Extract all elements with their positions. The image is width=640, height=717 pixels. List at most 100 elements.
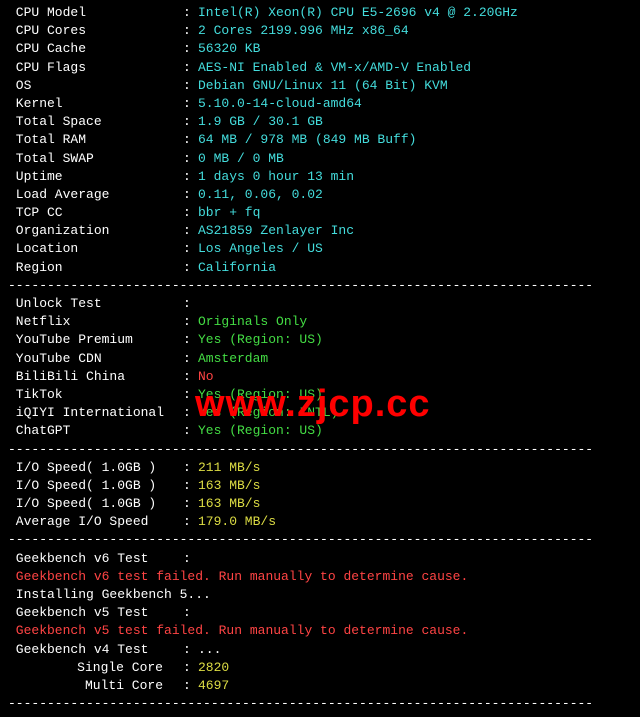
colon: :: [183, 4, 198, 22]
sys-14-value: California: [198, 259, 276, 277]
gb-multi-value: 4697: [198, 677, 229, 695]
unlock-test-label: Unlock Test: [8, 295, 183, 313]
system-info-section: CPU Model: Intel(R) Xeon(R) CPU E5-2696 …: [8, 4, 632, 277]
unlock-4-label: TikTok: [8, 386, 183, 404]
sys-5-value: 5.10.0-14-cloud-amd64: [198, 95, 362, 113]
colon: :: [183, 604, 198, 622]
sys-13-row: Location: Los Angeles / US: [8, 240, 632, 258]
sys-10-row: Load Average: 0.11, 0.06, 0.02: [8, 186, 632, 204]
sys-5-row: Kernel: 5.10.0-14-cloud-amd64: [8, 95, 632, 113]
sys-3-label: CPU Flags: [8, 59, 183, 77]
colon: :: [183, 659, 198, 677]
unlock-3-value: No: [198, 368, 214, 386]
unlock-1-label: YouTube Premium: [8, 331, 183, 349]
gb-v4-label: Geekbench v4 Test: [8, 641, 183, 659]
sys-0-label: CPU Model: [8, 4, 183, 22]
unlock-0-label: Netflix: [8, 313, 183, 331]
sys-8-row: Total SWAP: 0 MB / 0 MB: [8, 150, 632, 168]
colon: :: [183, 477, 198, 495]
colon: :: [183, 459, 198, 477]
sys-12-value: AS21859 Zenlayer Inc: [198, 222, 354, 240]
colon: :: [183, 113, 198, 131]
sys-0-row: CPU Model: Intel(R) Xeon(R) CPU E5-2696 …: [8, 4, 632, 22]
sys-1-row: CPU Cores: 2 Cores 2199.996 MHz x86_64: [8, 22, 632, 40]
colon: :: [183, 186, 198, 204]
sys-9-row: Uptime: 1 days 0 hour 13 min: [8, 168, 632, 186]
colon: :: [183, 295, 198, 313]
sys-5-label: Kernel: [8, 95, 183, 113]
sys-2-label: CPU Cache: [8, 40, 183, 58]
sys-8-label: Total SWAP: [8, 150, 183, 168]
divider: ----------------------------------------…: [8, 695, 632, 713]
sys-4-label: OS: [8, 77, 183, 95]
gb-v6-fail-text: Geekbench v6 test failed. Run manually t…: [8, 568, 468, 586]
unlock-3-label: BiliBili China: [8, 368, 183, 386]
sys-3-value: AES-NI Enabled & VM-x/AMD-V Enabled: [198, 59, 471, 77]
colon: :: [183, 368, 198, 386]
sys-4-row: OS: Debian GNU/Linux 11 (64 Bit) KVM: [8, 77, 632, 95]
io-0-value: 211 MB/s: [198, 459, 260, 477]
io-3-row: Average I/O Speed: 179.0 MB/s: [8, 513, 632, 531]
gb-v6-fail-row: Geekbench v6 test failed. Run manually t…: [8, 568, 632, 586]
sys-14-label: Region: [8, 259, 183, 277]
sys-6-value: 1.9 GB / 30.1 GB: [198, 113, 323, 131]
unlock-6-label: ChatGPT: [8, 422, 183, 440]
sys-9-label: Uptime: [8, 168, 183, 186]
sys-9-value: 1 days 0 hour 13 min: [198, 168, 354, 186]
colon: :: [183, 313, 198, 331]
unlock-3-row: BiliBili China: No: [8, 368, 632, 386]
sys-13-value: Los Angeles / US: [198, 240, 323, 258]
geekbench-v4-row: Geekbench v4 Test : ...: [8, 641, 632, 659]
divider: ----------------------------------------…: [8, 277, 632, 295]
unlock-0-row: Netflix: Originals Only: [8, 313, 632, 331]
unlock-5-row: iQIYI International: Yes (Region: INTL): [8, 404, 632, 422]
unlock-4-row: TikTok: Yes (Region: US): [8, 386, 632, 404]
sys-4-value: Debian GNU/Linux 11 (64 Bit) KVM: [198, 77, 448, 95]
colon: :: [183, 259, 198, 277]
divider: ----------------------------------------…: [8, 441, 632, 459]
unlock-4-value: Yes (Region: US): [198, 386, 323, 404]
gb-single-value: 2820: [198, 659, 229, 677]
unlock-2-row: YouTube CDN: Amsterdam: [8, 350, 632, 368]
io-2-label: I/O Speed( 1.0GB ): [8, 495, 183, 513]
colon: :: [183, 59, 198, 77]
gb-multi-core-row: Multi Core : 4697: [8, 677, 632, 695]
gb-installing-text: Installing Geekbench 5...: [8, 586, 211, 604]
colon: :: [183, 40, 198, 58]
colon: :: [183, 550, 198, 568]
sys-10-label: Load Average: [8, 186, 183, 204]
unlock-2-label: YouTube CDN: [8, 350, 183, 368]
gb-multi-label: Multi Core: [8, 677, 183, 695]
colon: :: [183, 22, 198, 40]
colon: :: [183, 95, 198, 113]
unlock-header-row: Unlock Test :: [8, 295, 632, 313]
sys-13-label: Location: [8, 240, 183, 258]
io-0-row: I/O Speed( 1.0GB ): 211 MB/s: [8, 459, 632, 477]
sys-11-value: bbr + fq: [198, 204, 260, 222]
io-2-row: I/O Speed( 1.0GB ): 163 MB/s: [8, 495, 632, 513]
sys-11-label: TCP CC: [8, 204, 183, 222]
sys-11-row: TCP CC: bbr + fq: [8, 204, 632, 222]
divider: ----------------------------------------…: [8, 531, 632, 549]
unlock-2-value: Amsterdam: [198, 350, 268, 368]
io-3-label: Average I/O Speed: [8, 513, 183, 531]
io-0-label: I/O Speed( 1.0GB ): [8, 459, 183, 477]
io-2-value: 163 MB/s: [198, 495, 260, 513]
sys-0-value: Intel(R) Xeon(R) CPU E5-2696 v4 @ 2.20GH…: [198, 4, 518, 22]
sys-2-row: CPU Cache: 56320 KB: [8, 40, 632, 58]
unlock-1-value: Yes (Region: US): [198, 331, 323, 349]
geekbench-v5-row: Geekbench v5 Test :: [8, 604, 632, 622]
colon: :: [183, 331, 198, 349]
geekbench-v6-row: Geekbench v6 Test :: [8, 550, 632, 568]
io-3-value: 179.0 MB/s: [198, 513, 276, 531]
colon: :: [183, 422, 198, 440]
unlock-6-row: ChatGPT: Yes (Region: US): [8, 422, 632, 440]
sys-2-value: 56320 KB: [198, 40, 260, 58]
colon: :: [183, 222, 198, 240]
gb-v5-fail-text: Geekbench v5 test failed. Run manually t…: [8, 622, 468, 640]
io-1-label: I/O Speed( 1.0GB ): [8, 477, 183, 495]
sys-6-label: Total Space: [8, 113, 183, 131]
sys-1-value: 2 Cores 2199.996 MHz x86_64: [198, 22, 409, 40]
colon: :: [183, 513, 198, 531]
gb-v5-label: Geekbench v5 Test: [8, 604, 183, 622]
